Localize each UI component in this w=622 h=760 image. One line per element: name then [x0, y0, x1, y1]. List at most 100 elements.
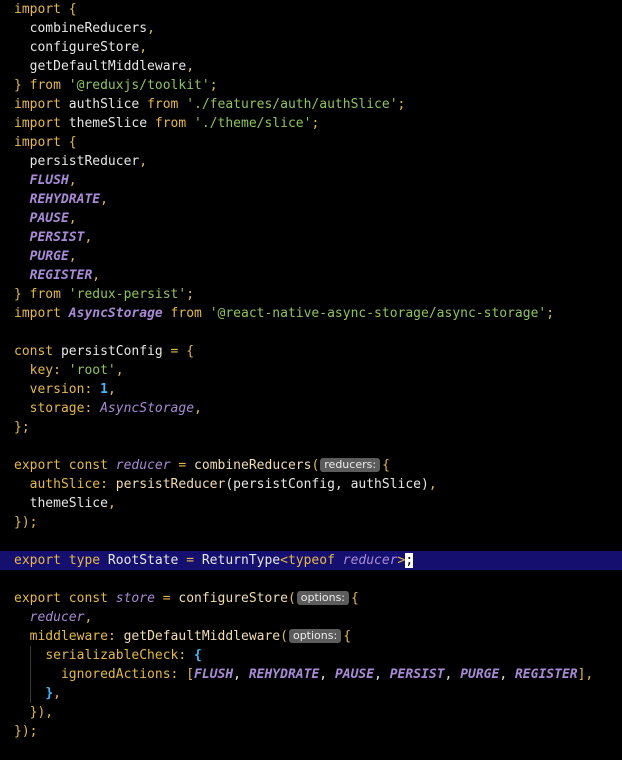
code-token: persistReducer: [14, 154, 140, 169]
code-token: {: [68, 2, 77, 17]
code-line[interactable]: REGISTER,: [0, 266, 622, 285]
code-token: import: [14, 2, 61, 17]
code-token: ;: [546, 306, 555, 321]
code-token: AsyncStorage: [100, 401, 195, 416]
code-token: =: [186, 553, 195, 568]
code-token: ,: [53, 686, 61, 701]
code-line[interactable]: import authSlice from './features/auth/a…: [0, 95, 622, 114]
code-line[interactable]: export const store = configureStore(opti…: [0, 589, 622, 608]
code-token: ,: [92, 268, 101, 283]
code-token: from: [29, 287, 61, 302]
code-token: :: [53, 363, 61, 378]
code-line[interactable]: getDefaultMiddleware,: [0, 57, 622, 76]
code-token: configureStore: [178, 591, 288, 606]
indent-guide: [30, 646, 31, 665]
code-line[interactable]: });: [0, 513, 622, 532]
code-token: ,: [139, 154, 148, 169]
code-line[interactable]: import {: [0, 0, 622, 19]
code-line-active[interactable]: export type RootState = ReturnType<typeo…: [0, 551, 622, 570]
code-line[interactable]: [0, 323, 622, 342]
code-line[interactable]: authSlice: persistReducer(persistConfig,…: [0, 475, 622, 494]
code-line[interactable]: reducer,: [0, 608, 622, 627]
code-line[interactable]: key: 'root',: [0, 361, 622, 380]
indent-guide: [30, 684, 31, 703]
code-line[interactable]: [0, 532, 622, 551]
code-line[interactable]: import AsyncStorage from '@react-native-…: [0, 304, 622, 323]
code-token: ,: [68, 173, 77, 188]
code-token: authSlice: [29, 477, 101, 492]
code-token: storage: [29, 401, 85, 416]
code-line[interactable]: persistReducer,: [0, 152, 622, 171]
code-token: PERSIST: [29, 230, 85, 245]
code-token: {: [186, 344, 195, 359]
code-line[interactable]: version: 1,: [0, 380, 622, 399]
code-editor[interactable]: import { combineReducers, configureStore…: [0, 0, 622, 760]
code-line[interactable]: PAUSE,: [0, 209, 622, 228]
code-token: ],: [577, 667, 594, 682]
code-line[interactable]: } from 'redux-persist';: [0, 285, 622, 304]
code-token: REHYDRATE: [248, 667, 320, 682]
code-line[interactable]: middleware: getDefaultMiddleware(options…: [0, 627, 622, 646]
code-token: {: [382, 458, 390, 473]
code-token: }: [45, 686, 54, 701]
code-line[interactable]: } from '@reduxjs/toolkit';: [0, 76, 622, 95]
code-token: PAUSE: [334, 667, 375, 682]
code-line[interactable]: configureStore,: [0, 38, 622, 57]
code-line[interactable]: import themeSlice from './theme/slice';: [0, 114, 622, 133]
code-line[interactable]: export const reducer = combineReducers(r…: [0, 456, 622, 475]
code-token: (persistConfig, authSlice): [225, 477, 429, 492]
code-token: :: [107, 629, 116, 644]
code-token: ,: [107, 382, 116, 397]
code-token: (: [280, 629, 288, 644]
code-line[interactable]: };: [0, 418, 622, 437]
code-token: ,: [319, 667, 335, 682]
code-line[interactable]: ignoredActions: [FLUSH, REHYDRATE, PAUSE…: [0, 665, 622, 684]
code-line[interactable]: },: [0, 684, 622, 703]
code-token: ;: [209, 78, 218, 93]
code-line[interactable]: [0, 437, 622, 456]
code-line[interactable]: combineReducers,: [0, 19, 622, 38]
code-line[interactable]: serializableCheck: {: [0, 646, 622, 665]
inlay-hint: options:: [296, 591, 350, 605]
code-line[interactable]: storage: AsyncStorage,: [0, 399, 622, 418]
code-token: export: [14, 553, 61, 568]
code-line[interactable]: FLUSH,: [0, 171, 622, 190]
code-token: from: [29, 78, 61, 93]
code-line[interactable]: themeSlice,: [0, 494, 622, 513]
code-token: REGISTER: [514, 667, 578, 682]
code-token: 'redux-persist': [68, 287, 187, 302]
code-token: ,: [68, 211, 77, 226]
code-line[interactable]: PERSIST,: [0, 228, 622, 247]
code-line[interactable]: });: [0, 722, 622, 741]
code-line[interactable]: }),: [0, 703, 622, 722]
code-token: themeSlice: [29, 496, 108, 511]
code-token: persistConfig: [53, 344, 171, 359]
inlay-hint: options:: [288, 629, 342, 643]
code-line[interactable]: const persistConfig = {: [0, 342, 622, 361]
code-line[interactable]: [0, 570, 622, 589]
code-line[interactable]: import {: [0, 133, 622, 152]
code-line[interactable]: REHYDRATE,: [0, 190, 622, 209]
code-line[interactable]: PURGE,: [0, 247, 622, 266]
code-token: ,: [194, 401, 202, 416]
